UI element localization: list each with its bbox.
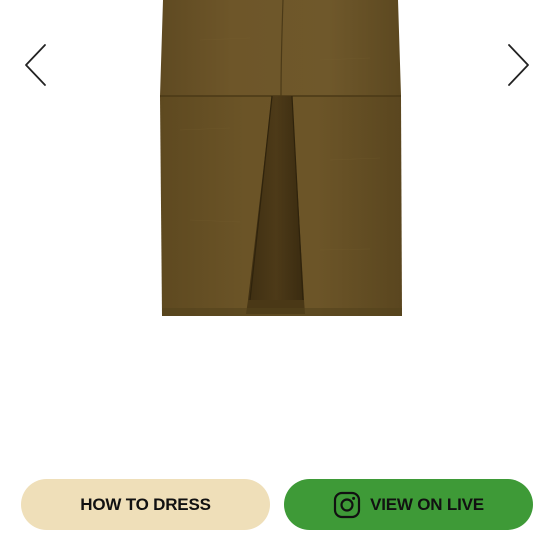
skirt-image [160,0,402,316]
next-image-button[interactable] [504,40,534,90]
chevron-right-icon [508,44,529,86]
view-on-live-label: VIEW ON LIVE [370,494,484,514]
previous-image-button[interactable] [20,40,50,90]
chevron-left-icon [25,44,46,86]
product-image [0,0,554,330]
how-to-dress-label: HOW TO DRESS [80,494,211,514]
instagram-icon [334,491,361,518]
how-to-dress-button[interactable]: HOW TO DRESS [21,479,270,530]
view-on-live-button[interactable]: VIEW ON LIVE [284,479,533,530]
